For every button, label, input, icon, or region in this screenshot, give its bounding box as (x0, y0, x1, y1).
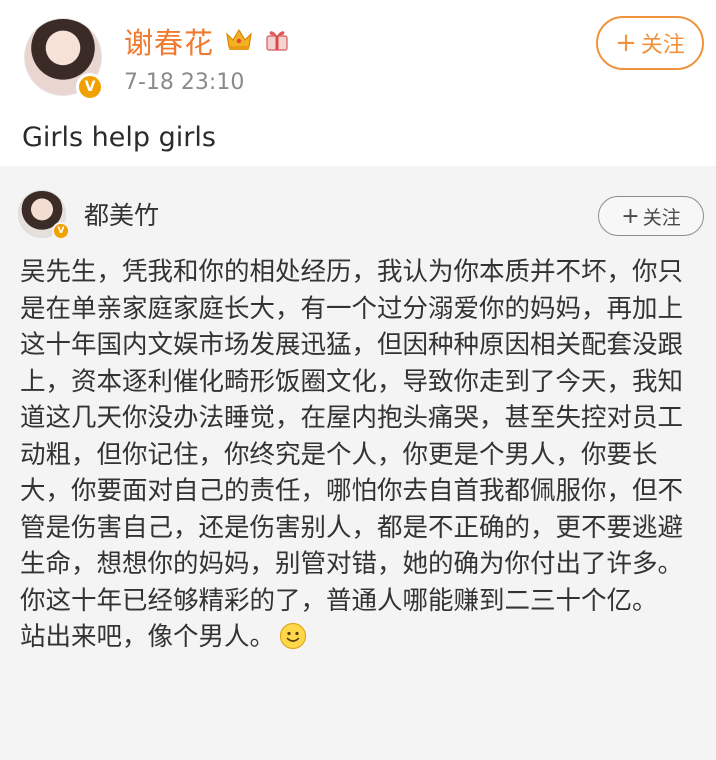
smile-icon (279, 622, 307, 650)
gift-icon (266, 31, 288, 51)
repost-paragraph: 站出来吧，像个男人。 (20, 622, 276, 652)
plus-icon: + (615, 28, 637, 58)
follow-label: 关注 (640, 33, 685, 58)
reposted-card[interactable]: V 都美竹 + 关注 吴先生，凭我和你的相处经历，我认为你本质并不坏，你只是在单… (0, 166, 716, 760)
post-header: V 谢春花 7-18 23:10 + 关注 (0, 0, 716, 110)
repost-body: 吴先生，凭我和你的相处经历，我认为你本质并不坏，你只是在单亲家庭家庭长大，有一个… (20, 254, 708, 656)
repost-paragraph: 你这十年已经够精彩的了，普通人哪能赚到二三十个亿。 (20, 585, 658, 616)
plus-icon: + (621, 203, 640, 229)
repost-author-name[interactable]: 都美竹 (84, 196, 159, 232)
repost-follow-button[interactable]: + 关注 (598, 196, 704, 236)
repost-paragraph: 吴先生，凭我和你的相处经历，我认为你本质并不坏，你只是在单亲家庭家庭长大，有一个… (20, 257, 684, 579)
verified-badge-icon: V (76, 73, 104, 101)
follow-button[interactable]: + 关注 (596, 16, 704, 70)
crown-icon (226, 28, 252, 50)
repost-paragraph-last: 站出来吧，像个男人。 (20, 619, 708, 656)
verified-badge-icon: V (52, 222, 70, 240)
post-timestamp: 7-18 23:10 (124, 70, 245, 95)
repost-follow-label: 关注 (642, 206, 681, 229)
post-text: Girls help girls (22, 122, 216, 153)
post-author-name[interactable]: 谢春花 (124, 20, 214, 62)
